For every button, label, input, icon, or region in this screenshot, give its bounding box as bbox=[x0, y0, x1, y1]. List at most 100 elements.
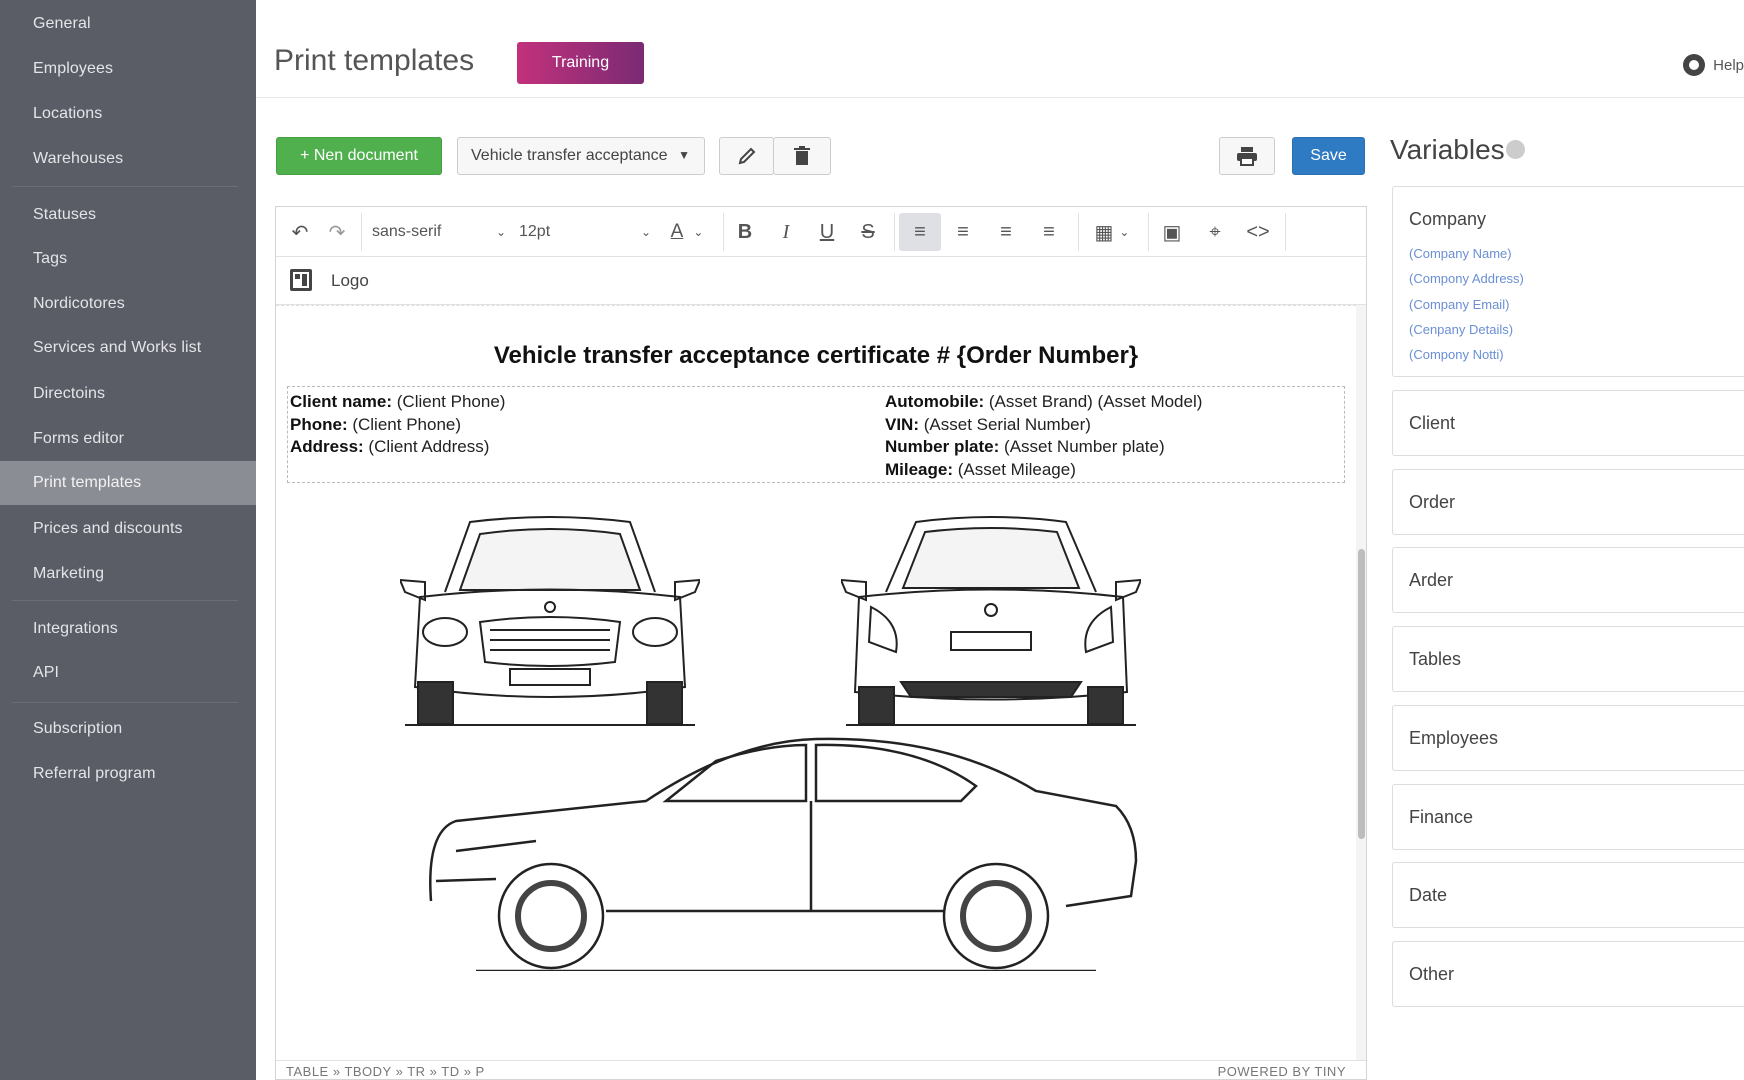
strikethrough-button[interactable]: S bbox=[851, 213, 885, 251]
align-center-button[interactable]: ≡ bbox=[942, 213, 984, 251]
chevron-down-icon: ⌄ bbox=[1119, 225, 1130, 239]
sidebar-item-forms-editor[interactable]: Forms editor bbox=[0, 417, 256, 461]
info-icon[interactable] bbox=[1506, 140, 1525, 159]
variable-group-label: Order bbox=[1409, 492, 1456, 512]
delete-document-button[interactable] bbox=[773, 137, 831, 175]
variable-group-label: Employees bbox=[1409, 728, 1499, 748]
bold-icon: B bbox=[737, 220, 753, 243]
variable-group-label: Arder bbox=[1409, 570, 1454, 590]
variable-company-notes[interactable]: (Compony Notti) bbox=[1409, 347, 1504, 362]
align-justify-icon: ≡ bbox=[1043, 220, 1055, 243]
chevron-down-icon: ⌄ bbox=[495, 225, 506, 239]
code-icon: <> bbox=[1246, 220, 1270, 243]
page-header: Print templates Training Help bbox=[256, 0, 1744, 98]
variable-group-label: Other bbox=[1409, 964, 1455, 984]
variable-group-label: Company bbox=[1409, 209, 1487, 229]
variable-group-employees[interactable]: Employees bbox=[1392, 705, 1744, 771]
sidebar-item-employees[interactable]: Employees bbox=[0, 47, 256, 91]
sidebar-item-locations[interactable]: Locations bbox=[0, 92, 256, 136]
font-size-value: 12pt bbox=[519, 223, 551, 240]
undo-button[interactable]: ↶ bbox=[286, 213, 314, 251]
variable-group-arder[interactable]: Arder bbox=[1392, 547, 1744, 613]
vin-row: VIN: (Asset Serial Number) bbox=[885, 414, 1091, 434]
font-size-select[interactable]: 12pt ⌄ bbox=[519, 213, 651, 251]
sidebar-item-subscription[interactable]: Subscription bbox=[0, 707, 256, 751]
table-icon: ▦ bbox=[1094, 221, 1114, 244]
text-color-button[interactable]: A ⌄ bbox=[660, 213, 714, 251]
variable-group-label: Tables bbox=[1409, 649, 1462, 669]
image-icon: ▣ bbox=[1162, 221, 1182, 244]
document-select-value: Vehicle transfer acceptance bbox=[471, 147, 668, 164]
editor-statusbar: TABLE » TBODY » TR » TD » P POWERED BY T… bbox=[276, 1060, 1366, 1080]
sidebar-item-marketing[interactable]: Marketing bbox=[0, 552, 256, 596]
variable-group-company[interactable]: Company (Company Name) (Compony Address)… bbox=[1392, 186, 1744, 377]
scrollbar-thumb[interactable] bbox=[1358, 549, 1365, 839]
element-path: TABLE » TBODY » TR » TD » P bbox=[286, 1064, 485, 1079]
car-side-view bbox=[429, 737, 1138, 971]
variable-group-label: Client bbox=[1409, 413, 1456, 433]
editor-secondary-toolbar: Logo bbox=[276, 257, 1366, 305]
sidebar-item-directions[interactable]: Directoins bbox=[0, 372, 256, 416]
document-select[interactable]: Vehicle transfer acceptance ▼ bbox=[457, 137, 705, 175]
page-break-icon: ⌖ bbox=[1209, 220, 1221, 243]
variable-company-name[interactable]: (Company Name) bbox=[1409, 246, 1512, 261]
align-left-button[interactable]: ≡ bbox=[899, 213, 941, 251]
variable-group-order[interactable]: Order bbox=[1392, 469, 1744, 535]
powered-by[interactable]: POWERED BY TINY bbox=[1218, 1064, 1346, 1079]
italic-button[interactable]: I bbox=[769, 213, 803, 251]
training-button[interactable]: Training bbox=[517, 42, 644, 84]
image-button[interactable]: ▣ bbox=[1154, 213, 1190, 251]
sidebar: General Employees Locations Warehouses S… bbox=[0, 0, 256, 1080]
sidebar-item-warehouses[interactable]: Warehouses bbox=[0, 137, 256, 181]
variable-company-details[interactable]: (Cenpany Details) bbox=[1409, 322, 1513, 337]
sidebar-item-api[interactable]: API bbox=[0, 651, 256, 695]
variables-title: Variables bbox=[1390, 134, 1505, 165]
trash-icon bbox=[794, 146, 810, 165]
client-phone-row: Phone: (Client Phone) bbox=[290, 414, 462, 434]
sidebar-item-statuses[interactable]: Statuses bbox=[0, 193, 256, 237]
source-code-button[interactable]: <> bbox=[1240, 213, 1276, 251]
font-family-value: sans-serif bbox=[372, 223, 442, 240]
editor-scrollbar[interactable] bbox=[1356, 305, 1366, 1060]
sidebar-item-services-works[interactable]: Services and Works list bbox=[0, 326, 256, 370]
variable-group-other[interactable]: Other bbox=[1392, 941, 1744, 1007]
variable-group-finance[interactable]: Finance bbox=[1392, 784, 1744, 850]
font-family-select[interactable]: sans-serif ⌄ bbox=[372, 213, 506, 251]
new-document-button[interactable]: + Nen document bbox=[276, 137, 442, 175]
text-color-icon: A bbox=[670, 221, 684, 242]
sidebar-item-general[interactable]: General bbox=[0, 2, 256, 46]
sidebar-item-print-templates[interactable]: Print templates bbox=[0, 461, 256, 505]
help-link[interactable]: Help bbox=[1683, 54, 1744, 76]
document-title: Vehicle transfer acceptance certificate … bbox=[493, 342, 1139, 369]
align-left-icon: ≡ bbox=[914, 220, 926, 243]
chevron-down-icon: ▼ bbox=[678, 148, 690, 162]
align-justify-button[interactable]: ≡ bbox=[1028, 213, 1070, 251]
variable-group-date[interactable]: Date bbox=[1392, 862, 1744, 928]
page-break-button[interactable]: ⌖ bbox=[1197, 213, 1233, 251]
template-editor[interactable]: ↶ ↷ sans-serif ⌄ 12pt ⌄ A ⌄ B I U S ≡ ≡ … bbox=[275, 206, 1367, 1080]
sidebar-item-prices-discounts[interactable]: Prices and discounts bbox=[0, 507, 256, 551]
editor-content[interactable]: Vehicle transfer acceptance certificate … bbox=[276, 305, 1356, 1060]
variable-group-tables[interactable]: Tables bbox=[1392, 626, 1744, 692]
print-button[interactable] bbox=[1219, 137, 1275, 175]
variable-company-address[interactable]: (Compony Address) bbox=[1409, 271, 1524, 286]
logo-button-label[interactable]: Logo bbox=[331, 271, 369, 291]
logo-insert-icon[interactable] bbox=[290, 269, 312, 291]
client-info-column: Client name: (Client Phone) Phone: (Clie… bbox=[290, 391, 505, 459]
edit-document-button[interactable] bbox=[719, 137, 774, 175]
redo-button[interactable]: ↷ bbox=[323, 213, 351, 251]
sidebar-item-referral[interactable]: Referral program bbox=[0, 752, 256, 796]
strikethrough-icon: S bbox=[861, 220, 875, 243]
sidebar-divider bbox=[12, 600, 238, 601]
sidebar-item-nordicotores[interactable]: Nordicotores bbox=[0, 282, 256, 326]
save-button[interactable]: Save bbox=[1292, 137, 1365, 175]
underline-button[interactable]: U bbox=[810, 213, 844, 251]
variable-company-email[interactable]: (Company Email) bbox=[1409, 297, 1509, 312]
sidebar-item-integrations[interactable]: Integrations bbox=[0, 607, 256, 651]
sidebar-item-tags[interactable]: Tags bbox=[0, 237, 256, 281]
mileage-row: Mileage: (Asset Mileage) bbox=[885, 459, 1076, 479]
bold-button[interactable]: B bbox=[728, 213, 762, 251]
table-button[interactable]: ▦ ⌄ bbox=[1084, 213, 1140, 251]
align-right-button[interactable]: ≡ bbox=[985, 213, 1027, 251]
variable-group-client[interactable]: Client bbox=[1392, 390, 1744, 456]
